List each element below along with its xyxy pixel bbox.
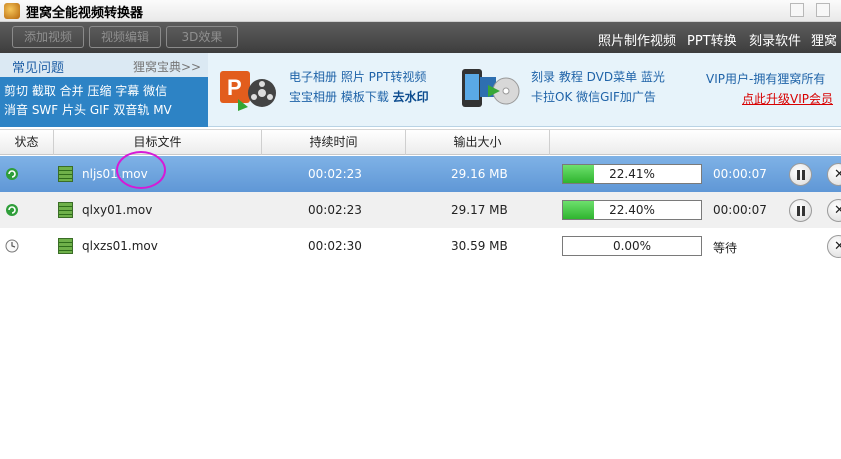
- table-row[interactable]: qlxzs01.mov 00:02:30 30.59 MB 0.00% 等待 ✕: [0, 228, 841, 264]
- elapsed-time: 00:00:07: [713, 167, 767, 181]
- clock-icon: [5, 239, 19, 253]
- title-bar: 狸窝全能视频转换器: [0, 0, 841, 22]
- duration: 00:02:23: [308, 203, 362, 217]
- progress-bar: 22.40%: [562, 200, 702, 220]
- vip-upgrade-link[interactable]: 点此升级VIP会员: [742, 90, 833, 107]
- pause-button[interactable]: [789, 163, 812, 186]
- wait-status: 等待: [713, 241, 738, 255]
- converting-status-icon: [6, 168, 18, 180]
- faq-links-row-2[interactable]: 消音 SWF 片头 GIF 双音轨 MV: [4, 101, 172, 118]
- window-title: 狸窝全能视频转换器: [26, 6, 144, 21]
- ppt-promo-line-2-text[interactable]: 宝宝相册 模板下载: [289, 90, 389, 104]
- maximize-button[interactable]: [816, 3, 830, 17]
- task-table-header: 状态 目标文件 持续时间 输出大小: [0, 129, 841, 155]
- remove-task-button[interactable]: ✕: [827, 235, 841, 258]
- progress-text: 22.40%: [609, 203, 655, 217]
- dvd-promo-line-1[interactable]: 刻录 教程 DVD菜单 蓝光: [531, 68, 665, 85]
- column-status[interactable]: 状态: [0, 130, 54, 155]
- duration: 00:02:23: [308, 167, 362, 181]
- photo-to-video-link[interactable]: 照片制作视频: [598, 30, 676, 49]
- faq-title[interactable]: 常见问题: [12, 57, 64, 76]
- progress-text: 0.00%: [612, 239, 652, 253]
- table-row[interactable]: qlxy01.mov 00:02:23 29.17 MB 22.40% 00:0…: [0, 192, 841, 228]
- faq-header: 常见问题 狸窝宝典>>: [0, 53, 208, 77]
- faq-more-link[interactable]: 狸窝宝典>>: [133, 58, 201, 75]
- column-target-file[interactable]: 目标文件: [54, 130, 262, 155]
- app-logo-icon: [4, 3, 20, 19]
- column-progress[interactable]: [550, 130, 841, 155]
- ppt-film-icon[interactable]: P: [218, 65, 278, 113]
- column-output-size[interactable]: 输出大小: [406, 130, 550, 155]
- burn-software-link[interactable]: 刻录软件: [749, 30, 801, 49]
- svg-text:P: P: [227, 75, 242, 100]
- film-strip-icon: [58, 166, 73, 182]
- elapsed-time: 00:00:07: [713, 203, 767, 217]
- 3d-effect-button[interactable]: 3D效果: [166, 26, 238, 48]
- progress-bar: 0.00%: [562, 236, 702, 256]
- film-strip-icon: [58, 202, 73, 218]
- faq-links-row-1[interactable]: 剪切 截取 合并 压缩 字幕 微信: [4, 82, 167, 99]
- progress-text: 22.41%: [609, 167, 655, 181]
- watermark-removal-link[interactable]: 去水印: [393, 90, 429, 104]
- duration: 00:02:30: [308, 239, 362, 253]
- pause-button[interactable]: [789, 199, 812, 222]
- ppt-convert-link[interactable]: PPT转换: [687, 30, 737, 49]
- add-video-button[interactable]: 添加视频: [12, 26, 84, 48]
- restore-button[interactable]: [790, 3, 804, 17]
- main-toolbar: 添加视频 视频编辑 3D效果 照片制作视频 PPT转换 刻录软件 狸窝: [0, 22, 841, 53]
- annotation-circle: [116, 151, 166, 189]
- dvd-promo-line-2[interactable]: 卡拉OK 微信GIF加广告: [531, 88, 656, 105]
- progress-bar: 22.41%: [562, 164, 702, 184]
- liwo-link[interactable]: 狸窝: [811, 30, 837, 49]
- converting-status-icon: [6, 204, 18, 216]
- output-size: 29.17 MB: [451, 203, 508, 217]
- film-strip-icon: [58, 238, 73, 254]
- edit-video-button[interactable]: 视频编辑: [89, 26, 161, 48]
- vip-text: VIP用户-拥有狸窝所有: [706, 72, 826, 86]
- phone-dvd-icon[interactable]: [460, 65, 520, 113]
- output-size: 29.16 MB: [451, 167, 508, 181]
- promo-banner: 常见问题 狸窝宝典>> 剪切 截取 合并 压缩 字幕 微信 消音 SWF 片头 …: [0, 53, 841, 127]
- output-size: 30.59 MB: [451, 239, 508, 253]
- column-duration[interactable]: 持续时间: [262, 130, 406, 155]
- ppt-promo-line-1[interactable]: 电子相册 照片 PPT转视频: [289, 68, 426, 85]
- remove-task-button[interactable]: ✕: [827, 199, 841, 222]
- file-name: qlxy01.mov: [82, 203, 153, 217]
- file-name: qlxzs01.mov: [82, 239, 158, 253]
- faq-panel: 常见问题 狸窝宝典>> 剪切 截取 合并 压缩 字幕 微信 消音 SWF 片头 …: [0, 53, 208, 127]
- remove-task-button[interactable]: ✕: [827, 163, 841, 186]
- ppt-promo-line-2[interactable]: 宝宝相册 模板下载 去水印: [289, 88, 429, 105]
